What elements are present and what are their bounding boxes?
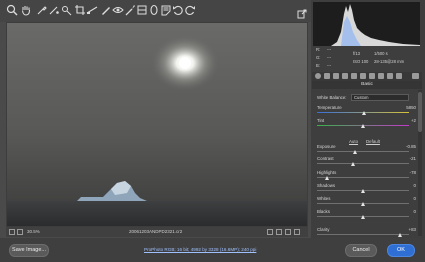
contrast-slider-thumb[interactable] xyxy=(351,162,356,166)
auto-link[interactable]: Auto xyxy=(349,139,358,144)
red-eye-icon[interactable] xyxy=(112,4,124,16)
whites-label: Whites xyxy=(317,196,331,201)
adjustment-brush-icon[interactable] xyxy=(124,4,136,16)
straighten-icon[interactable] xyxy=(86,4,98,16)
crop-icon[interactable] xyxy=(74,4,86,16)
rotate-cw-icon[interactable] xyxy=(184,4,196,16)
detail-tab-icon[interactable] xyxy=(333,73,339,79)
presets-tab-icon[interactable] xyxy=(387,73,393,79)
clarity-label: Clarity xyxy=(317,227,330,232)
aperture: f/13 xyxy=(353,51,360,56)
exposure-slider-track[interactable] xyxy=(317,151,409,152)
basic-tab-icon[interactable] xyxy=(315,73,321,79)
section-title: Basic xyxy=(312,81,422,89)
tint-label: Tint xyxy=(317,118,325,123)
r-value: --- xyxy=(327,47,332,52)
contrast-value[interactable]: -21 xyxy=(410,156,416,161)
contrast-slider-track[interactable] xyxy=(317,163,409,164)
default-link[interactable]: Default xyxy=(366,139,380,144)
exposure-value[interactable]: -0.85 xyxy=(406,144,416,149)
color-sampler-icon[interactable] xyxy=(48,4,60,16)
whites-slider-thumb[interactable] xyxy=(360,202,365,206)
ok-button[interactable]: OK xyxy=(387,244,415,257)
shutter-speed: 1/500 s xyxy=(374,51,388,56)
tint-value[interactable]: +2 xyxy=(411,118,416,123)
toggle-settings-button[interactable] xyxy=(294,229,300,235)
zoom-level[interactable]: 30.5% xyxy=(27,229,40,234)
targeted-adjust-icon[interactable] xyxy=(60,4,72,16)
blacks-slider-thumb[interactable] xyxy=(360,215,365,219)
lens: 28-135@28 mm xyxy=(374,59,405,64)
highlights-label: Highlights xyxy=(317,170,337,175)
preferences-icon[interactable] xyxy=(160,4,172,16)
b-value: --- xyxy=(327,63,332,68)
zoom-in-button[interactable] xyxy=(17,229,23,235)
highlights-slider-track[interactable] xyxy=(317,177,409,178)
zoom-icon[interactable] xyxy=(6,4,18,16)
whites-value[interactable]: 0 xyxy=(414,196,416,201)
shadows-slider-thumb[interactable] xyxy=(360,189,365,193)
tint-slider-thumb[interactable] xyxy=(361,124,366,128)
shadows-value[interactable]: 0 xyxy=(414,183,416,188)
panel-scroll-thumb[interactable] xyxy=(418,92,422,132)
histogram xyxy=(313,2,420,46)
iso: ISO 100 xyxy=(353,59,369,64)
temperature-value[interactable]: 5850 xyxy=(406,105,416,110)
clarity-slider-track[interactable] xyxy=(317,234,409,235)
r-label: R: xyxy=(316,47,321,52)
panel-tabs xyxy=(312,72,422,81)
contrast-label: Contrast xyxy=(317,156,334,161)
blacks-label: Blacks xyxy=(317,209,330,214)
white-balance-label: White Balance: xyxy=(317,95,347,100)
save-image-button[interactable]: Save Image... xyxy=(9,244,49,257)
panel-menu-icon[interactable] xyxy=(412,73,419,79)
b-label: B: xyxy=(316,63,320,68)
temperature-label: Temperature xyxy=(317,105,342,110)
white-balance-select[interactable]: Custom xyxy=(351,94,409,101)
exposure-label: Exposure xyxy=(317,144,336,149)
g-value: --- xyxy=(327,55,332,60)
split-toning-tab-icon[interactable] xyxy=(351,73,357,79)
zoom-out-button[interactable] xyxy=(9,229,15,235)
shadows-label: Shadows xyxy=(317,183,336,188)
file-name: 20061203ANDPD2321.cr2 xyxy=(129,229,183,234)
radial-filter-icon[interactable] xyxy=(148,4,160,16)
g-label: G: xyxy=(316,55,321,60)
export-icon[interactable] xyxy=(297,6,307,19)
effects-tab-icon[interactable] xyxy=(369,73,375,79)
cancel-button[interactable]: Cancel xyxy=(345,244,377,257)
temperature-slider-thumb[interactable] xyxy=(362,111,367,115)
workflow-options-link[interactable]: ProPhoto RGB; 16 bit; 4992 by 3328 (16.6… xyxy=(144,247,256,252)
preview-status-bar: 30.5% 20061203ANDPD2321.cr2 xyxy=(6,227,308,237)
camera-calibration-tab-icon[interactable] xyxy=(378,73,384,79)
photo-preview xyxy=(7,23,307,226)
lens-corrections-tab-icon[interactable] xyxy=(360,73,366,79)
exposure-slider-thumb[interactable] xyxy=(353,150,358,154)
snapshots-tab-icon[interactable] xyxy=(396,73,402,79)
view-mode-button[interactable] xyxy=(267,229,273,235)
blacks-value[interactable]: 0 xyxy=(414,209,416,214)
graduated-filter-icon[interactable] xyxy=(136,4,148,16)
white-balance-icon[interactable] xyxy=(36,4,48,16)
hand-icon[interactable] xyxy=(20,4,32,16)
highlights-slider-thumb[interactable] xyxy=(324,176,329,180)
spot-removal-icon[interactable] xyxy=(100,4,112,16)
clarity-slider-thumb[interactable] xyxy=(398,233,403,237)
clarity-value[interactable]: +83 xyxy=(409,227,416,232)
highlights-value[interactable]: -78 xyxy=(410,170,416,175)
swap-button[interactable] xyxy=(285,229,291,235)
rotate-ccw-icon[interactable] xyxy=(172,4,184,16)
before-after-button[interactable] xyxy=(276,229,282,235)
image-canvas[interactable] xyxy=(6,22,308,227)
tone-curve-tab-icon[interactable] xyxy=(324,73,330,79)
hsl-tab-icon[interactable] xyxy=(342,73,348,79)
